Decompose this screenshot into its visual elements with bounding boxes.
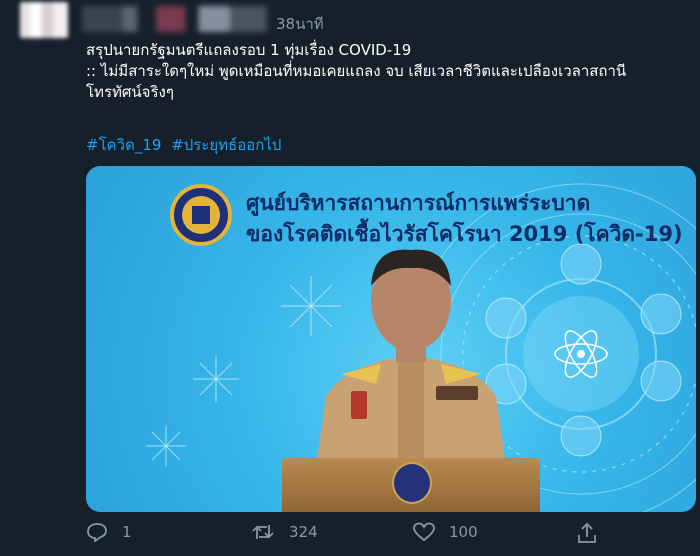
reply-button[interactable]: 1 <box>86 522 132 542</box>
podium-seal-icon <box>392 462 432 504</box>
hashtag-row: #โควิด_19 #ประยุทธ์ออกไป <box>86 133 286 157</box>
tweet-timestamp[interactable]: 38นาที <box>276 12 324 36</box>
share-button[interactable] <box>576 522 612 544</box>
reply-count: 1 <box>122 523 132 541</box>
heart-icon <box>413 522 435 542</box>
tweet-text: สรุปนายกรัฐมนตรีแถลงรอบ 1 ทุ่มเรื่อง COV… <box>86 40 686 103</box>
tweet-media-image[interactable]: ศูนย์บริหารสถานการณ์การแพร่ระบาด ของโรคต… <box>86 166 696 512</box>
hashtag-covid19[interactable]: #โควิด_19 <box>86 136 161 154</box>
tweet-header: 38นาที <box>0 0 700 40</box>
media-title-line: ศูนย์บริหารสถานการณ์การแพร่ระบาด <box>246 191 591 215</box>
author-name-blurred[interactable] <box>82 6 267 32</box>
speaker-figure <box>316 249 506 466</box>
tweet-line: สรุปนายกรัฐมนตรีแถลงรอบ 1 ทุ่มเรื่อง COV… <box>86 41 412 59</box>
like-count: 100 <box>449 523 478 541</box>
media-title: ศูนย์บริหารสถานการณ์การแพร่ระบาด ของโรคต… <box>246 188 683 250</box>
tweet-line: :: ไม่มีสาระใดๆใหม่ พูดเหมือนที่หมอเคยแถ… <box>86 62 627 80</box>
hashtag-prayut-out[interactable]: #ประยุทธ์ออกไป <box>171 136 281 154</box>
tweet-actions: 1 324 100 <box>86 514 686 554</box>
share-icon <box>578 522 596 543</box>
retweet-count: 324 <box>289 523 318 541</box>
like-button[interactable]: 100 <box>413 522 478 542</box>
tweet-line: โทรทัศน์จริงๆ <box>86 83 174 101</box>
retweet-button[interactable]: 324 <box>251 522 318 542</box>
avatar[interactable] <box>20 2 68 38</box>
government-seal-icon <box>170 184 232 246</box>
retweet-icon <box>252 525 274 539</box>
podium <box>282 458 540 512</box>
reply-icon <box>87 523 107 542</box>
